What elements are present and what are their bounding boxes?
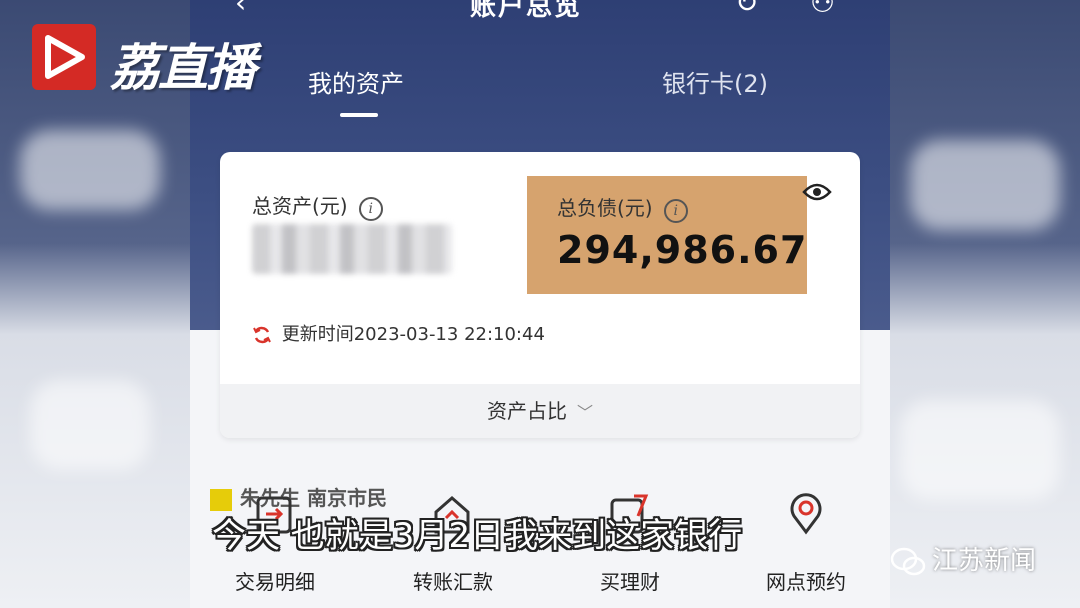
video-subtitle: 今天 也就是3月2日我来到这家银行 [212, 516, 743, 556]
wechat-icon [890, 547, 926, 575]
service-icon[interactable]: ↻ [735, 0, 758, 19]
watermark-text: 江苏新闻 [932, 546, 1037, 576]
tab-active-indicator [340, 113, 378, 117]
info-icon[interactable]: i [663, 198, 688, 223]
total-assets-label-row: 总资产(元) i [252, 190, 383, 221]
play-logo-icon [32, 24, 96, 90]
interviewee-caption: 朱先生 南京市民 [210, 482, 387, 511]
shortcut-label[interactable]: 交易明细 [205, 566, 345, 595]
total-liabilities-box: 总负债(元) i 294,986.67 [527, 176, 807, 294]
shortcut-label[interactable]: 网点预约 [736, 566, 876, 595]
total-assets-label: 总资产(元) [252, 194, 348, 218]
back-icon[interactable]: ‹ [235, 0, 246, 19]
asset-summary-card: 总资产(元) i 总负债(元) i 294,986.67 更新时间2023-03… [220, 152, 860, 438]
asset-ratio-label: 资产占比 [486, 399, 567, 423]
tab-bank-cards[interactable]: 银行卡(2) [662, 64, 768, 99]
branch-location-icon[interactable] [784, 492, 828, 536]
chevron-down-icon: ﹀ [576, 403, 593, 422]
total-liabilities-label: 总负债(元) [557, 196, 653, 220]
total-liabilities-label-row: 总负债(元) i [557, 192, 688, 223]
update-time-text: 更新时间2023-03-13 22:10:44 [281, 324, 545, 345]
info-icon[interactable]: i [358, 196, 383, 221]
tab-my-assets[interactable]: 我的资产 [308, 64, 404, 99]
page-title: 账户总览 [470, 0, 583, 22]
eye-icon[interactable] [802, 182, 832, 202]
shortcut-label[interactable]: 买理财 [560, 566, 700, 595]
update-time-row: 更新时间2023-03-13 22:10:44 [252, 320, 545, 346]
news-watermark: 江苏新闻 [890, 540, 1036, 580]
asset-ratio-toggle[interactable]: 资产占比 ﹀ [220, 384, 860, 438]
sync-icon[interactable] [252, 325, 272, 345]
broadcaster-logo-text: 荔直播 [110, 39, 256, 97]
background-right [890, 0, 1080, 608]
top-bar: ‹ 账户总览 ↻ ⚇ [190, 0, 890, 22]
total-liabilities-value: 294,986.67 [557, 228, 808, 272]
shortcut-label[interactable]: 转账汇款 [383, 566, 523, 595]
total-assets-amount-blurred [252, 224, 452, 274]
profile-icon[interactable]: ⚇ [810, 0, 835, 19]
